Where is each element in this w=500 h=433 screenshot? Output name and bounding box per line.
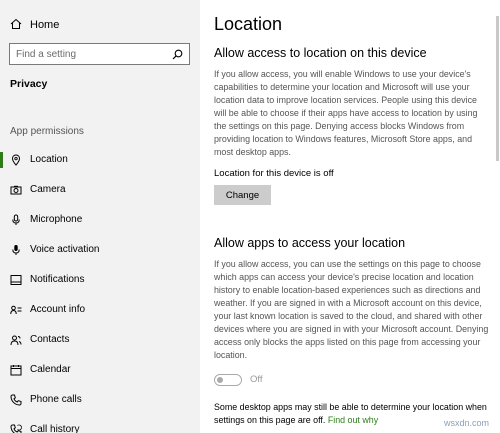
notifications-icon [10, 275, 22, 285]
sidebar-item-label: Phone calls [30, 394, 82, 405]
active-indicator [0, 152, 3, 168]
group-label-app-permissions: App permissions [10, 126, 84, 137]
camera-icon [10, 185, 22, 195]
sidebar-item-call-history[interactable]: Call history [0, 418, 200, 433]
scrollbar-thumb[interactable] [496, 16, 499, 161]
sidebar-item-label: Microphone [30, 214, 83, 225]
page-title: Location [214, 14, 283, 34]
call-history-icon [10, 424, 22, 433]
sidebar-item-label: Account info [30, 304, 86, 315]
sidebar-item-contacts[interactable]: Contacts [0, 328, 200, 352]
location-icon [11, 154, 21, 166]
app-location-toggle[interactable] [214, 374, 242, 386]
calendar-icon [10, 365, 22, 376]
sidebar-item-label: Location [30, 154, 68, 165]
sidebar: Home Privacy App permissions Location Ca… [0, 0, 200, 433]
sidebar-item-location[interactable]: Location [0, 148, 200, 172]
voice-activation-icon [12, 245, 20, 255]
find-out-why-link[interactable]: Find out why [328, 415, 378, 425]
toggle-state-label: Off [250, 374, 263, 385]
watermark-text: wsxdn.com [444, 418, 490, 428]
sidebar-item-label: Notifications [30, 274, 85, 285]
change-button[interactable]: Change [214, 185, 271, 205]
sidebar-item-label: Voice activation [30, 244, 100, 255]
sidebar-item-microphone[interactable]: Microphone [0, 208, 200, 232]
microphone-icon [12, 214, 20, 225]
search-icon[interactable] [172, 49, 183, 60]
sidebar-item-account-info[interactable]: Account info [0, 298, 200, 322]
sidebar-item-voice-activation[interactable]: Voice activation [0, 238, 200, 262]
device-access-description: If you allow access, you will enable Win… [214, 69, 478, 157]
sidebar-item-phone-calls[interactable]: Phone calls [0, 388, 200, 412]
sidebar-item-camera[interactable]: Camera [0, 178, 200, 202]
home-label: Home [30, 19, 60, 31]
main-content: Location Allow access to location on thi… [200, 0, 500, 433]
toggle-knob [217, 376, 223, 383]
sidebar-item-label: Contacts [30, 334, 70, 345]
sidebar-item-label: Camera [30, 184, 66, 195]
sidebar-item-label: Calendar [30, 364, 71, 375]
sidebar-item-notifications[interactable]: Notifications [0, 268, 200, 292]
account-info-icon [10, 305, 22, 315]
section-heading-privacy: Privacy [10, 78, 48, 90]
sidebar-item-label: Call history [30, 424, 80, 433]
phone-calls-icon [10, 394, 22, 406]
home-link[interactable]: Home [0, 13, 200, 37]
contacts-icon [10, 335, 22, 346]
search-input[interactable] [16, 47, 166, 61]
section-heading-device-access: Allow access to location on this device [214, 46, 427, 60]
home-icon [10, 18, 22, 29]
section-heading-app-access: Allow apps to access your location [214, 236, 406, 250]
sidebar-item-calendar[interactable]: Calendar [0, 358, 200, 382]
app-access-description: If you allow access, you can use the set… [214, 259, 489, 360]
search-box[interactable] [9, 43, 190, 65]
location-status-text: Location for this device is off [214, 168, 334, 179]
